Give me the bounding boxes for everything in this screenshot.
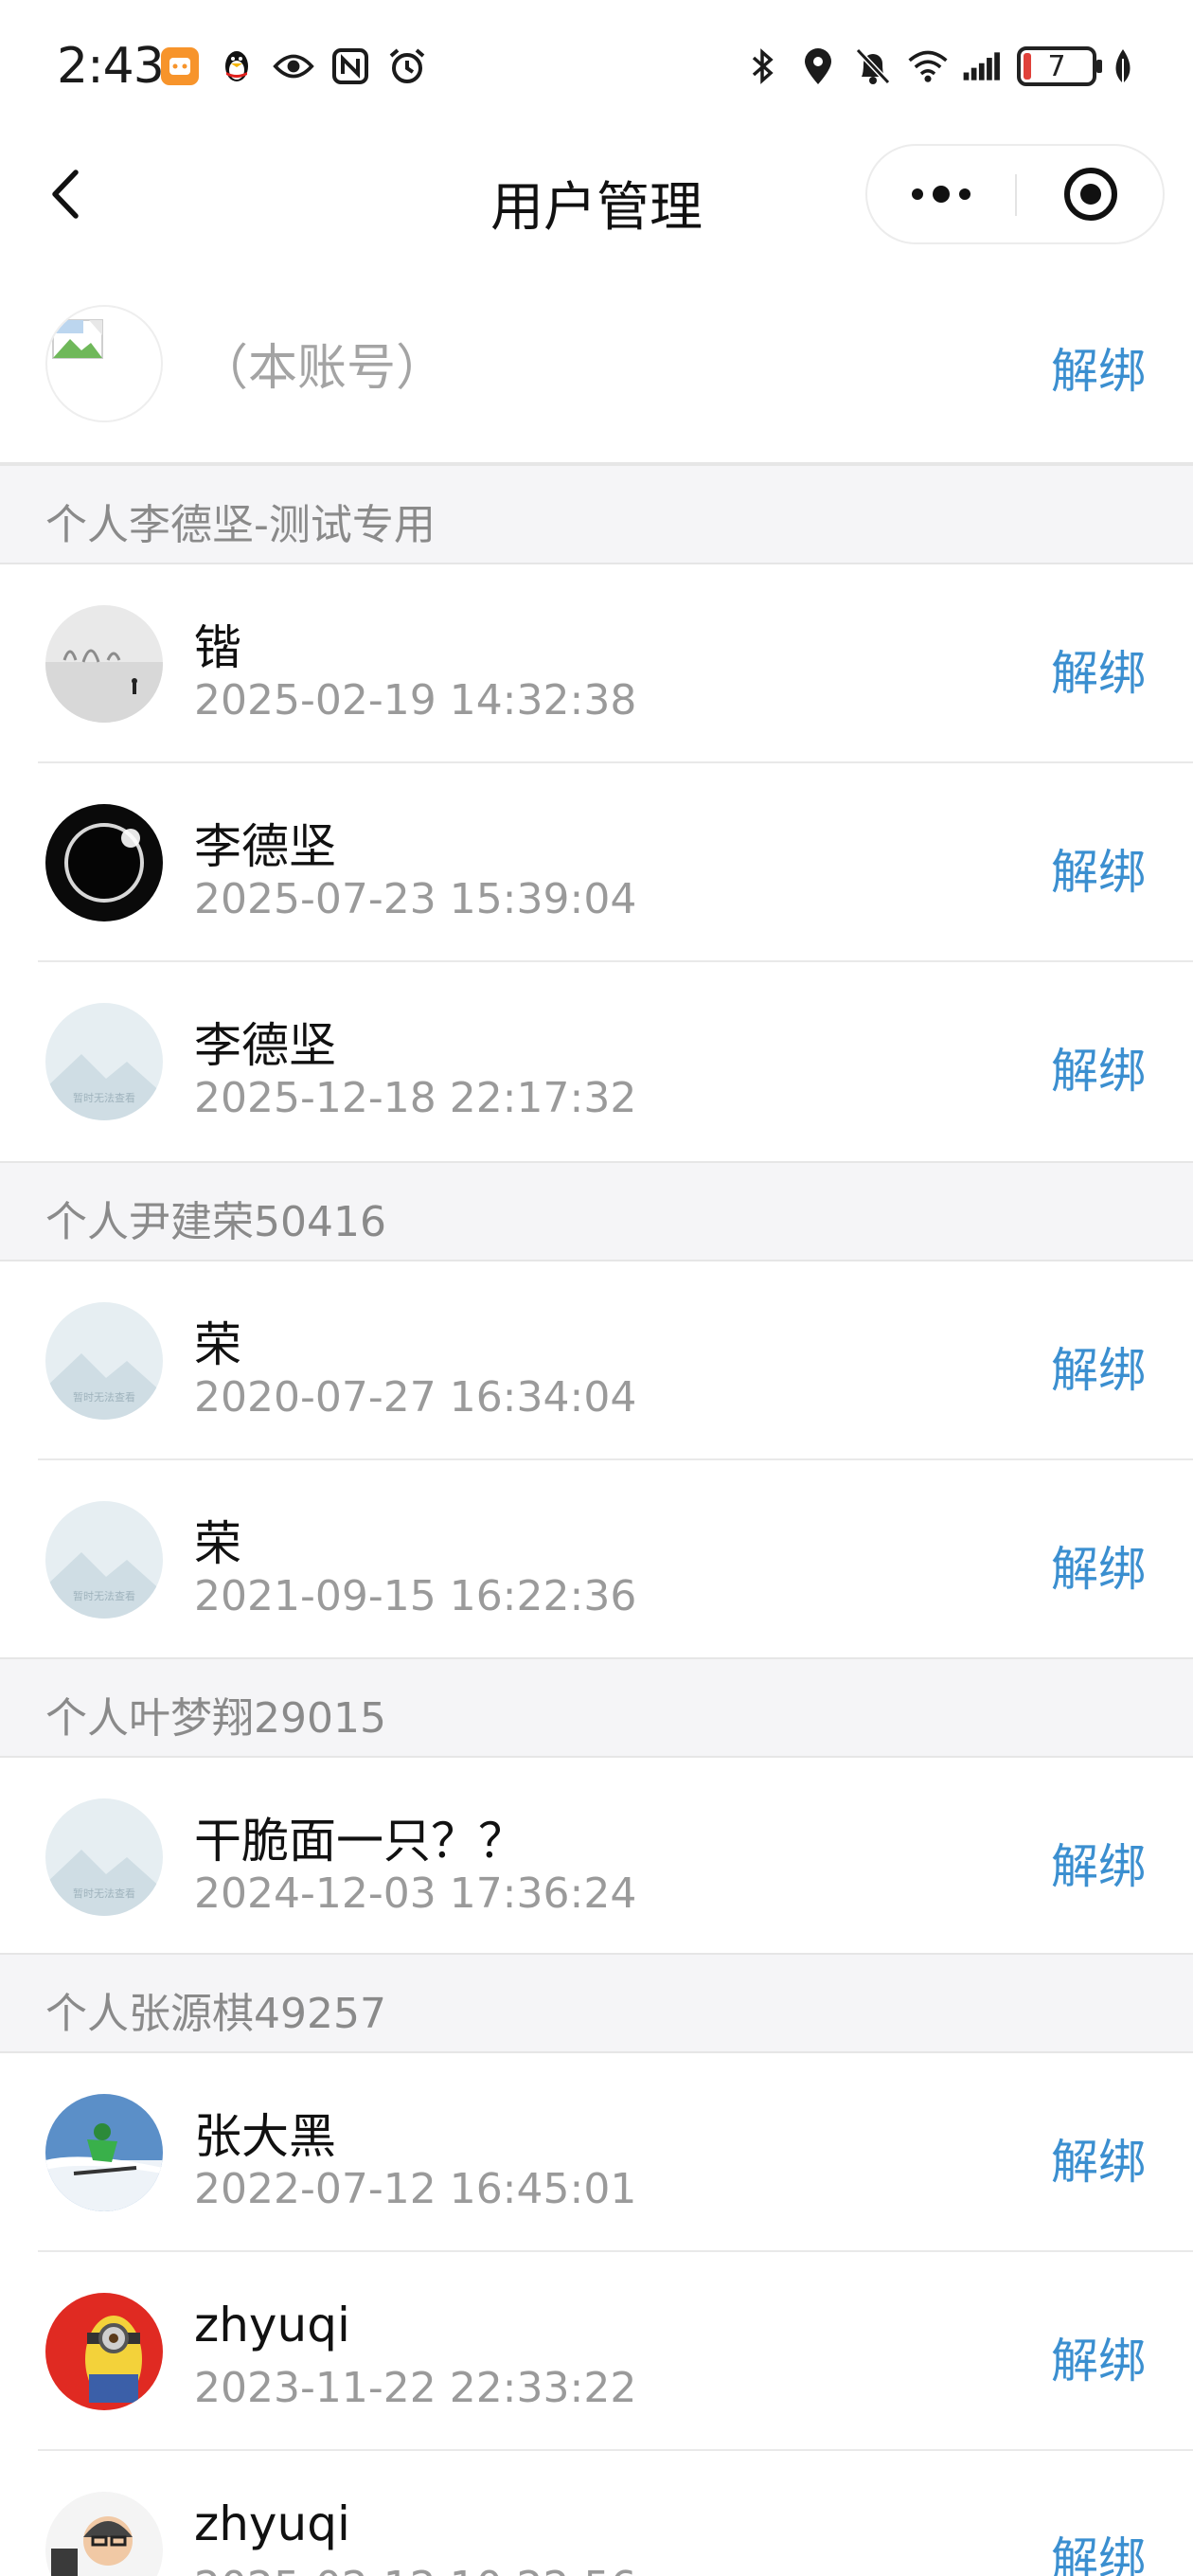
user-name: 张大黑	[194, 2109, 336, 2164]
user-row: 暂时无法查看 荣 2021-09-15 16:22:36 解绑	[0, 1460, 1193, 1659]
group-header: 个人李德坚-测试专用	[0, 464, 1193, 564]
bind-time: 2025-12-18 22:17:32	[194, 1074, 637, 1122]
user-row: 锴 2025-02-19 14:32:38 解绑	[0, 564, 1193, 763]
group-header: 个人尹建荣50416	[0, 1161, 1193, 1261]
group-header: 个人张源棋49257	[0, 1953, 1193, 2053]
broken-image-avatar	[45, 305, 163, 422]
placeholder-avatar: 暂时无法查看	[45, 1302, 163, 1420]
user-name: zhyuqi	[194, 2496, 350, 2551]
status-bar: 2:43 7	[0, 0, 1193, 134]
bind-time: 2025-07-23 15:39:04	[194, 875, 637, 923]
user-name: 干脆面一只？？	[194, 1814, 525, 1869]
placeholder-avatar-text: 暂时无法查看	[73, 1589, 135, 1602]
unbind-button[interactable]: 解绑	[1051, 1531, 1146, 1600]
bind-time: 2022-07-12 16:45:01	[194, 2165, 637, 2213]
user-row: zhyuqi 2023-11-22 22:33:22 解绑	[0, 2252, 1193, 2451]
nav-bar: 用户管理	[0, 134, 1193, 258]
user-name: 荣	[194, 1317, 241, 1372]
target-close-icon	[1064, 168, 1117, 221]
user-name: 锴	[194, 620, 241, 675]
unbind-button[interactable]: 解绑	[1051, 635, 1146, 704]
close-button[interactable]	[1017, 146, 1165, 242]
nfc-icon	[329, 45, 371, 87]
more-button[interactable]	[867, 146, 1015, 242]
unbind-button[interactable]: 解绑	[1051, 1033, 1146, 1101]
location-icon	[797, 45, 839, 87]
avatar	[45, 2094, 163, 2211]
unbind-button[interactable]: 解绑	[1051, 834, 1146, 903]
unbind-button[interactable]: 解绑	[1051, 2124, 1146, 2192]
self-account-row: （本账号） 解绑	[0, 267, 1193, 464]
signal-icon	[962, 45, 1004, 87]
user-row: 张大黑 2022-07-12 16:45:01 解绑	[0, 2053, 1193, 2252]
mute-bell-icon	[852, 45, 894, 87]
avatar	[45, 2293, 163, 2410]
status-left-icons	[159, 45, 428, 87]
unbind-button[interactable]: 解绑	[1051, 1829, 1146, 1897]
wifi-icon	[907, 45, 949, 87]
mini-program-capsule	[865, 144, 1165, 244]
placeholder-avatar-text: 暂时无法查看	[73, 1091, 135, 1104]
status-time: 2:43	[57, 38, 165, 95]
eye-icon	[273, 45, 314, 87]
user-row: 李德坚 2025-07-23 15:39:04 解绑	[0, 763, 1193, 962]
user-name: 李德坚	[194, 1018, 336, 1073]
group-title: 个人李德坚-测试专用	[45, 501, 436, 549]
unbind-button[interactable]: 解绑	[1051, 2323, 1146, 2391]
bind-time: 2020-07-27 16:34:04	[194, 1373, 637, 1422]
user-name: zhyuqi	[194, 2298, 350, 2352]
bind-time: 2021-09-15 16:22:36	[194, 1572, 637, 1620]
user-row: 暂时无法查看 李德坚 2025-12-18 22:17:32 解绑	[0, 962, 1193, 1161]
user-row: 暂时无法查看 荣 2020-07-27 16:34:04 解绑	[0, 1261, 1193, 1460]
unbind-button[interactable]: 解绑	[1051, 333, 1146, 402]
alarm-icon	[386, 45, 428, 87]
placeholder-avatar-text: 暂时无法查看	[73, 1887, 135, 1900]
user-name: 李德坚	[194, 819, 336, 874]
status-right-icons: 7	[742, 45, 1136, 87]
group-title: 个人尹建荣50416	[45, 1198, 386, 1246]
avatar	[45, 804, 163, 921]
self-account-label: （本账号）	[199, 340, 446, 397]
user-row: 暂时无法查看 干脆面一只？？ 2024-12-03 17:36:24 解绑	[0, 1758, 1193, 1957]
app-notification-icon	[159, 45, 201, 87]
bluetooth-icon	[742, 45, 784, 87]
placeholder-avatar: 暂时无法查看	[45, 1798, 163, 1916]
qq-penguin-icon	[216, 45, 258, 87]
group-header: 个人叶梦翔29015	[0, 1657, 1193, 1758]
placeholder-avatar: 暂时无法查看	[45, 1501, 163, 1619]
battery-icon: 7	[1017, 46, 1102, 86]
battery-level: 7	[1047, 49, 1066, 83]
avatar	[45, 2492, 163, 2576]
group-title: 个人张源棋49257	[45, 1990, 386, 2038]
bind-time: 2024-12-03 17:36:24	[194, 1869, 637, 1918]
placeholder-avatar-text: 暂时无法查看	[73, 1390, 135, 1404]
placeholder-avatar: 暂时无法查看	[45, 1003, 163, 1120]
more-dots-icon	[912, 186, 970, 203]
broken-image-icon	[52, 319, 103, 359]
bind-time: 2023-11-22 22:33:22	[194, 2364, 637, 2412]
avatar	[45, 605, 163, 723]
bind-time: 2025-02-12 10:22:56	[194, 2563, 636, 2576]
user-row: zhyuqi 2025-02-12 10:22:56 解绑	[0, 2451, 1193, 2576]
user-name: 荣	[194, 1516, 241, 1571]
unbind-button[interactable]: 解绑	[1051, 2522, 1146, 2576]
group-title: 个人叶梦翔29015	[45, 1694, 386, 1743]
bind-time: 2025-02-19 14:32:38	[194, 676, 637, 724]
unbind-button[interactable]: 解绑	[1051, 1333, 1146, 1401]
leaf-icon	[1110, 45, 1136, 87]
